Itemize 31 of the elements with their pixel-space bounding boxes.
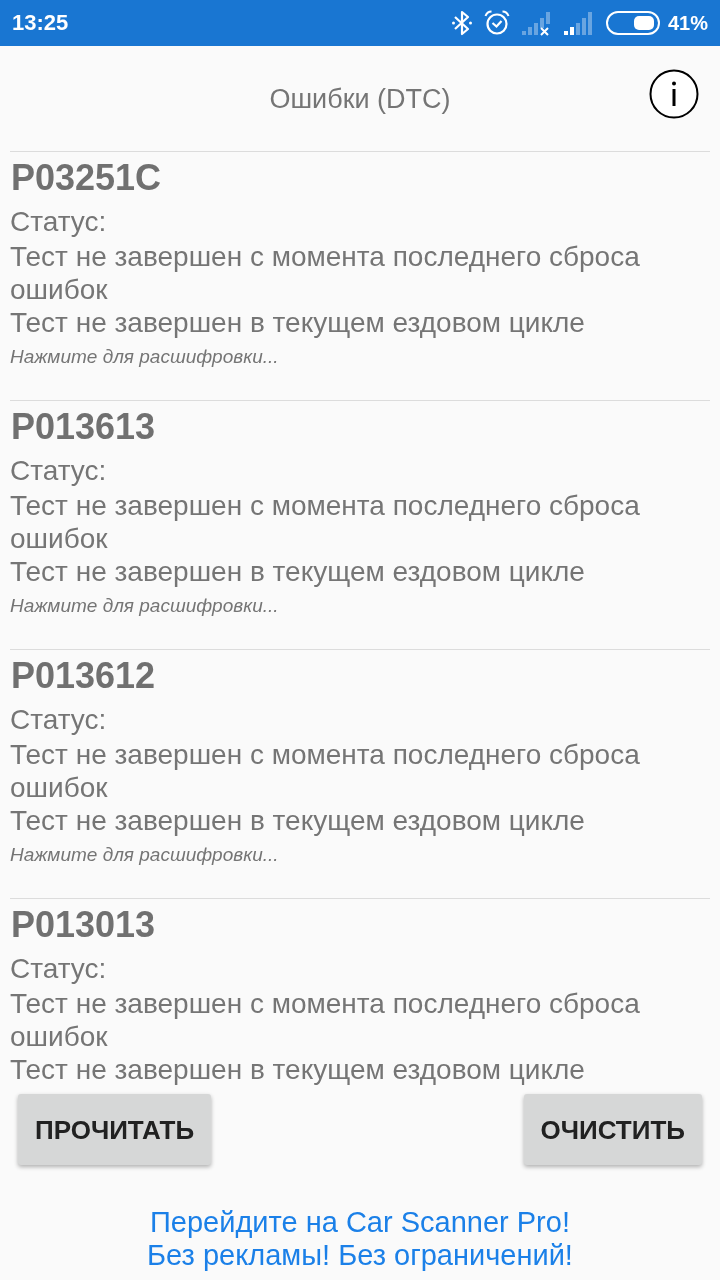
status-text: Тест не завершен с момента последнего сброса ошибок [10,987,641,1053]
upgrade-link[interactable]: Перейдите на Car Scanner Pro! Без рекламы! Без ограничений! [147,1206,573,1272]
decode-hint: Нажмите для расшифровки... [10,594,279,618]
action-button[interactable]: ПРОЧИТАТЬ [18,1094,212,1165]
status-text: Тест не завершен с момента последнего сброса ошибок [10,240,641,306]
screen-title: Ошибки (DTC) [269,82,451,115]
status-text: Тест не завершен в текущем ездовом цикле [10,1053,585,1086]
status-text: Тест не завершен в текущем ездовом цикле [10,306,585,339]
decode-hint: Нажмите для расшифровки... [10,843,279,867]
alarm-clock-icon [483,10,510,36]
status-text: Тест не завершен в текущем ездовом цикле [10,804,585,837]
bluetooth-icon [451,10,472,36]
status-text: Тест не завершен в текущем ездовом цикле [10,555,585,588]
status-label: Статус: [10,205,107,238]
battery-icon [605,11,660,35]
status-text: Тест не завершен с момента последнего сброса ошибок [10,738,641,804]
decode-hint: Нажмите для расшифровки... [10,345,279,369]
dtc-code: P013013 [10,903,157,947]
signal-icon [563,10,594,36]
info-icon[interactable] [649,69,699,119]
status-label: Статус: [10,703,107,736]
dtc-code: P03251C [10,156,163,200]
battery-percent: 41% [667,11,708,35]
status-label: Статус: [10,952,107,985]
no-signal-icon [521,10,552,36]
status-text: Тест не завершен с момента последнего сброса ошибок [10,489,641,555]
status-time: 13:25 [12,10,69,36]
dtc-code: P013613 [10,405,157,449]
dtc-code: P013612 [10,654,157,698]
status-label: Статус: [10,454,107,487]
action-button[interactable]: ОЧИСТИТЬ [523,1094,702,1165]
